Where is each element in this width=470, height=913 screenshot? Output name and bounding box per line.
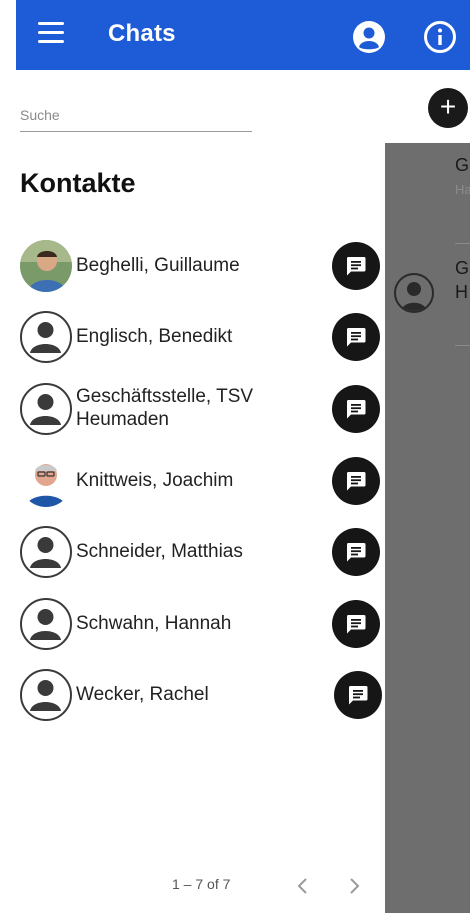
contact-item[interactable]: Schwahn, Hannah <box>20 598 386 658</box>
contact-item[interactable]: Englisch, Benedikt <box>20 311 386 371</box>
default-avatar-icon <box>20 311 72 363</box>
app-bar: Chats <box>16 0 470 70</box>
info-icon[interactable] <box>423 20 457 54</box>
default-avatar-icon <box>20 669 72 721</box>
chat-button[interactable] <box>332 242 380 290</box>
chat-button[interactable] <box>332 600 380 648</box>
contact-name: Englisch, Benedikt <box>76 326 233 347</box>
message-icon <box>346 400 366 419</box>
message-icon <box>346 328 366 347</box>
default-avatar-icon <box>20 526 72 578</box>
message-icon <box>348 686 368 705</box>
chevron-right-icon[interactable] <box>345 876 363 896</box>
contact-name: Schneider, Matthias <box>76 541 243 562</box>
message-icon <box>346 615 366 634</box>
chat-button[interactable] <box>332 528 380 576</box>
contact-item[interactable]: Beghelli, Guillaume <box>20 240 386 300</box>
contact-item[interactable]: Geschäftsstelle, TSV Heumaden <box>20 383 386 443</box>
contact-item[interactable]: Knittweis, Joachim <box>20 455 386 515</box>
bg-chat-title: G <box>455 155 470 175</box>
contact-item[interactable]: Schneider, Matthias <box>20 526 386 586</box>
bg-chat-subtitle: Ha <box>455 182 470 197</box>
default-avatar-icon <box>20 383 72 435</box>
contact-name: Knittweis, Joachim <box>76 470 234 491</box>
contact-name: Schwahn, Hannah <box>76 613 232 634</box>
pagination: 1 – 7 of 7 <box>0 876 385 896</box>
contact-name: Wecker, Rachel <box>76 684 209 705</box>
add-chat-button[interactable]: + <box>428 88 468 128</box>
contact-name-line: Heumaden <box>76 409 169 430</box>
chat-button[interactable] <box>334 671 382 719</box>
bg-chat-avatar <box>394 273 434 313</box>
bg-chat-subtitle: H <box>455 282 468 302</box>
search-field[interactable] <box>20 100 252 132</box>
app-root: G Ha G H + Chats Suche Kontakte Beghelli… <box>0 0 470 913</box>
bg-divider <box>455 243 470 244</box>
chat-button[interactable] <box>332 313 380 361</box>
default-avatar-icon <box>20 598 72 650</box>
contact-name-line: Geschäftsstelle, TSV <box>76 386 254 407</box>
account-circle-icon[interactable] <box>352 20 386 54</box>
menu-icon[interactable] <box>38 22 64 48</box>
contact-name: Geschäftsstelle, TSV Heumaden <box>76 385 253 431</box>
bg-chat-title: G <box>455 258 470 278</box>
contact-name: Beghelli, Guillaume <box>76 255 240 276</box>
search-input[interactable] <box>20 100 252 130</box>
message-icon <box>346 257 366 276</box>
chevron-left-icon[interactable] <box>294 876 312 896</box>
contacts-title: Kontakte <box>20 168 136 198</box>
page-title: Chats <box>108 20 176 47</box>
message-icon <box>346 543 366 562</box>
chat-button[interactable] <box>332 457 380 505</box>
avatar <box>20 240 72 292</box>
chat-button[interactable] <box>332 385 380 433</box>
page-range: 1 – 7 of 7 <box>172 876 231 892</box>
contact-item[interactable]: Wecker, Rachel <box>20 669 386 729</box>
bg-divider <box>455 345 470 346</box>
message-icon <box>346 472 366 491</box>
avatar <box>20 455 72 507</box>
